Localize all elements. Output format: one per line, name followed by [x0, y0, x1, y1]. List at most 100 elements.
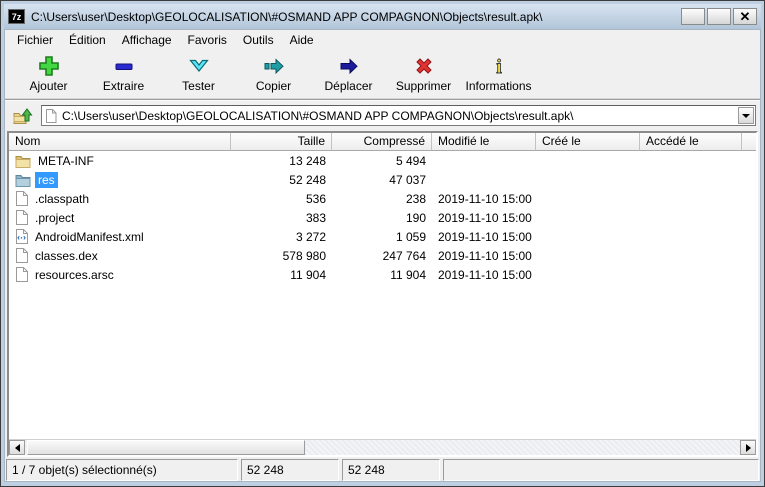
file-size-cell: 3 272	[295, 229, 326, 244]
file-name-label: classes.dex	[35, 248, 98, 263]
file-row[interactable]: AndroidManifest.xml 3 272 1 059 2019-11-10 …	[9, 227, 756, 246]
column-header-modifie-le[interactable]: Modifié le	[432, 133, 536, 151]
status-panel-2: 52 248	[241, 459, 339, 481]
close-button[interactable]: ✕	[733, 8, 757, 25]
file-name-cell: resources.arsc	[9, 267, 231, 283]
extract-icon	[112, 54, 136, 78]
file-packed-cell: 1 059	[395, 229, 426, 244]
file-modified-cell: 2019-11-10 15:00	[438, 229, 532, 244]
menu-item-affichage[interactable]: Affichage	[114, 31, 180, 49]
scrollbar-track[interactable]	[25, 440, 740, 455]
title-bar[interactable]: 7z C:\Users\user\Desktop\GEOLOCALISATION…	[4, 4, 761, 29]
status-panel-1: 1 / 7 objet(s) sélectionné(s)	[6, 459, 238, 481]
toolbar-button-informations[interactable]: i Informations	[461, 52, 536, 97]
file-name-cell: classes.dex	[9, 248, 231, 264]
info-icon: i	[487, 54, 511, 78]
toolbar-button-deplacer[interactable]: Déplacer	[311, 52, 386, 97]
horizontal-scrollbar[interactable]	[9, 439, 756, 455]
add-icon	[37, 54, 61, 78]
file-modified-cell: 2019-11-10 15:00	[438, 248, 532, 263]
svg-text:i: i	[496, 56, 502, 78]
toolbar-button-label: Tester	[182, 79, 215, 93]
menu-item-outils[interactable]: Outils	[235, 31, 282, 49]
scroll-right-button[interactable]	[740, 440, 756, 455]
file-list-pane: Nom Taille Compressé Modifié le Créé le Accéd…	[7, 131, 758, 457]
file-name-label: res	[35, 171, 58, 188]
test-icon	[187, 54, 211, 78]
file-name-label: .classpath	[35, 191, 90, 206]
toolbar-button-supprimer[interactable]: Supprimer	[386, 52, 461, 97]
parent-folder-icon	[13, 107, 33, 125]
status-panel-3: 52 248	[342, 459, 440, 481]
file-packed-cell: 11 904	[390, 267, 426, 282]
file-name-cell: AndroidManifest.xml	[9, 229, 231, 245]
arrow-right-icon	[745, 443, 751, 452]
file-name-label: .project	[35, 210, 75, 225]
menu-item-edition[interactable]: Édition	[61, 31, 114, 49]
file-icon	[15, 248, 28, 263]
file-name-cell: META-INF	[9, 153, 231, 169]
menu-item-favoris[interactable]: Favoris	[180, 31, 235, 49]
file-name-cell: res	[9, 171, 231, 188]
address-dropdown-button[interactable]	[738, 107, 754, 124]
file-packed-cell: 5 494	[395, 153, 426, 168]
toolbar-button-label: Informations	[465, 79, 532, 93]
menu-item-aide[interactable]: Aide	[282, 31, 322, 49]
status-panel-4	[443, 459, 759, 481]
file-icon	[15, 210, 28, 225]
minimize-button[interactable]	[681, 8, 705, 25]
file-row[interactable]: META-INF 13 248 5 494	[9, 151, 756, 170]
file-row[interactable]: .project 383 190 2019-11-10 15:00	[9, 208, 756, 227]
app-icon: 7z	[8, 9, 25, 24]
maximize-button[interactable]	[707, 8, 731, 25]
file-list[interactable]: META-INF 13 248 5 494 res 52 248 47 037 .class…	[9, 151, 756, 439]
toolbar-button-label: Supprimer	[395, 79, 452, 93]
column-header-taille[interactable]: Taille	[231, 133, 332, 151]
file-icon	[15, 191, 28, 206]
file-row[interactable]: res 52 248 47 037	[9, 170, 756, 189]
column-header-cree-le[interactable]: Créé le	[536, 133, 640, 151]
menu-bar: Fichier Édition Affichage Favoris Outils Aide	[5, 30, 760, 50]
document-icon	[45, 108, 57, 123]
file-name-cell: .project	[9, 210, 231, 226]
window-title: C:\Users\user\Desktop\GEOLOCALISATION\#O…	[31, 9, 543, 24]
file-size-cell: 11 904	[290, 267, 326, 282]
column-header-filler[interactable]	[742, 133, 756, 151]
xml-file-icon	[15, 229, 28, 244]
window-controls: ✕	[681, 8, 757, 25]
file-packed-cell: 47 037	[389, 172, 426, 187]
toolbar-button-label: Déplacer	[324, 79, 373, 93]
menu-item-fichier[interactable]: Fichier	[9, 31, 61, 49]
toolbar-button-extraire[interactable]: Extraire	[86, 52, 161, 97]
file-packed-cell: 247 764	[382, 248, 426, 263]
file-size-cell: 52 248	[289, 172, 326, 187]
close-icon: ✕	[739, 9, 751, 24]
toolbar-button-copier[interactable]: Copier	[236, 52, 311, 97]
column-header-nom[interactable]: Nom	[9, 133, 231, 151]
chevron-down-icon	[742, 113, 750, 118]
toolbar-button-ajouter[interactable]: Ajouter	[11, 52, 86, 97]
parent-folder-button[interactable]	[11, 104, 35, 127]
column-header-accede-le[interactable]: Accédé le	[640, 133, 742, 151]
toolbar-button-label: Ajouter	[29, 79, 68, 93]
file-row[interactable]: .classpath 536 238 2019-11-10 15:00	[9, 189, 756, 208]
client-area: Fichier Édition Affichage Favoris Outils Aide…	[4, 29, 761, 482]
folder-blue-icon	[15, 173, 31, 187]
status-bar: 1 / 7 objet(s) sélectionné(s) 52 248 52 24…	[5, 459, 760, 481]
copy-icon	[262, 54, 286, 78]
address-path[interactable]: C:\Users\user\Desktop\GEOLOCALISATION\#O…	[62, 109, 733, 123]
file-size-cell: 578 980	[282, 248, 326, 263]
address-combobox[interactable]: C:\Users\user\Desktop\GEOLOCALISATION\#O…	[41, 105, 756, 126]
file-name-cell: .classpath	[9, 191, 231, 207]
file-modified-cell: 2019-11-10 15:00	[438, 191, 532, 206]
file-name-label: AndroidManifest.xml	[35, 229, 144, 244]
file-size-cell: 13 248	[289, 153, 326, 168]
toolbar-button-tester[interactable]: Tester	[161, 52, 236, 97]
scrollbar-thumb[interactable]	[27, 440, 305, 455]
scroll-left-button[interactable]	[9, 440, 25, 455]
toolbar-button-label: Extraire	[102, 79, 145, 93]
column-header-compresse[interactable]: Compressé	[332, 133, 432, 151]
file-row[interactable]: resources.arsc 11 904 11 904 2019-11-10 15:…	[9, 265, 756, 284]
file-row[interactable]: classes.dex 578 980 247 764 2019-11-10 15:0…	[9, 246, 756, 265]
folder-yellow-icon	[15, 154, 31, 168]
